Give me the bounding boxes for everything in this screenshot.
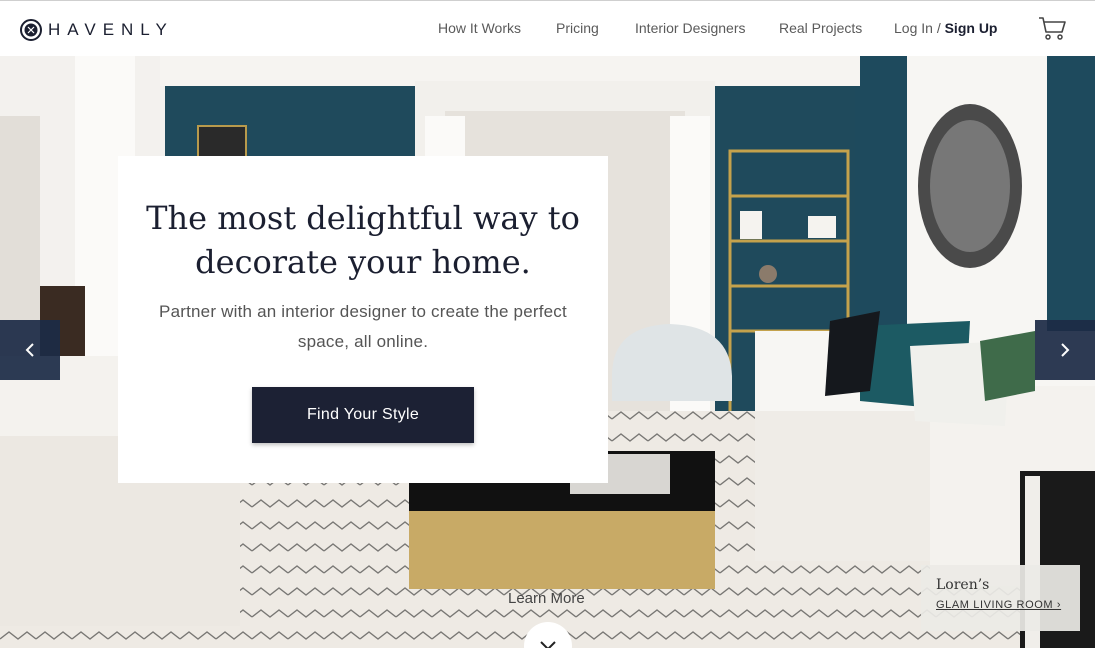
carousel-prev-button[interactable]	[0, 320, 60, 380]
hero-title: The most delightful way to decorate your…	[146, 199, 580, 281]
main-nav: How It Works Pricing Interior Designers …	[0, 1, 1095, 56]
cart-icon[interactable]	[1038, 15, 1066, 41]
hero-card: The most delightful way to decorate your…	[118, 156, 608, 483]
credit-room-link[interactable]: GLAM LIVING ROOM ›	[936, 599, 1061, 611]
nav-how-it-works[interactable]: How It Works	[438, 20, 521, 36]
chevron-left-icon	[25, 343, 34, 357]
login-link[interactable]: Log In /	[894, 20, 941, 36]
credit-name: Loren’s	[936, 577, 990, 593]
hero-section: The most delightful way to decorate your…	[0, 56, 1095, 648]
nav-pricing[interactable]: Pricing	[556, 20, 599, 36]
hero-subtitle: Partner with an interior designer to cre…	[159, 302, 567, 351]
nav-real-projects[interactable]: Real Projects	[779, 20, 862, 36]
learn-more-link[interactable]: Learn More	[508, 590, 585, 607]
scroll-down-button[interactable]	[524, 622, 572, 648]
find-your-style-button[interactable]: Find Your Style	[252, 387, 474, 443]
chevron-down-icon	[540, 641, 556, 648]
site-header: HAVENLY How It Works Pricing Interior De…	[0, 1, 1095, 56]
carousel-next-button[interactable]	[1035, 320, 1095, 380]
chevron-right-icon	[1061, 343, 1070, 357]
photo-credit: Loren’s GLAM LIVING ROOM ›	[921, 565, 1080, 631]
auth-links: Log In / Sign Up	[894, 20, 997, 36]
signup-link[interactable]: Sign Up	[945, 20, 998, 36]
nav-interior-designers[interactable]: Interior Designers	[635, 20, 746, 36]
